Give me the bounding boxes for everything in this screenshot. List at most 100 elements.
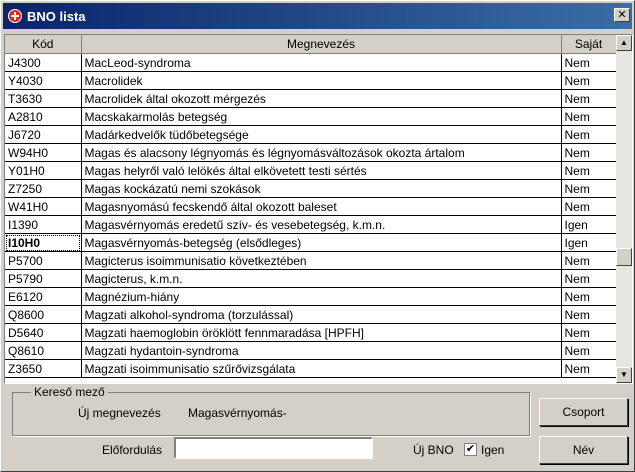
table-row[interactable]: Z7250 Magas kockázatú nemi szokások Nem [5, 179, 617, 198]
checkmark-icon: ✔ [465, 443, 476, 455]
cell-own[interactable]: Nem [561, 251, 617, 270]
table-row[interactable]: I1390 Magasvérnyomás eredetű szív- és ves… [5, 215, 617, 234]
scroll-up-button[interactable]: ▲ [616, 35, 632, 51]
table-row[interactable]: T3630 Macrolidek által okozott mérgezés Ne… [5, 89, 617, 108]
bno-table[interactable]: Kód Megnevezés Saját J4300 MacLeod-syndro… [4, 34, 633, 384]
close-button[interactable]: ✕ [614, 8, 630, 22]
cell-code[interactable]: P5700 [5, 251, 82, 270]
cell-own[interactable]: Nem [561, 107, 617, 126]
table-row[interactable]: Y4030 Macrolidek Nem [5, 71, 617, 90]
cell-name[interactable]: Magzati isoimmunisatio szűrővizsgálata [81, 359, 562, 378]
cell-code[interactable]: J4300 [5, 53, 82, 72]
new-bno-value-label[interactable]: Igen [481, 443, 504, 457]
cell-own[interactable]: Nem [561, 323, 617, 342]
table-row[interactable]: J4300 MacLeod-syndroma Nem [5, 53, 617, 72]
scroll-down-button[interactable]: ▼ [616, 367, 632, 383]
table-row[interactable]: W94H0 Magas és alacsony légnyomás és légn… [5, 143, 617, 162]
table-header-row: Kód Megnevezés Saját [5, 35, 617, 54]
bno-list-window: BNO lista ✕ Kód Megnevezés Saját J4300 Ma… [0, 0, 635, 472]
cell-own[interactable]: Nem [561, 143, 617, 162]
search-group: Kereső mező Új megnevezés Magasvérnyomás… [12, 385, 530, 436]
cell-code[interactable]: I1390 [5, 215, 82, 234]
cell-code[interactable]: T3630 [5, 89, 82, 108]
cell-code[interactable]: Z3650 [5, 359, 82, 378]
cell-code[interactable]: W94H0 [5, 143, 82, 162]
table-row[interactable]: Q8610 Magzati hydantoin-syndroma Nem [5, 341, 617, 360]
new-bno-label: Új BNO [413, 443, 454, 457]
table-row[interactable]: A2810 Macskakarmolás betegség Nem [5, 107, 617, 126]
table-row[interactable]: I10H0 Magasvérnyomás-betegség (elsődleges… [5, 233, 617, 252]
cell-code[interactable]: D5640 [5, 323, 82, 342]
cell-own[interactable]: Nem [561, 179, 617, 198]
group-button[interactable]: Csoport [539, 398, 628, 426]
cell-own[interactable]: Nem [561, 197, 617, 216]
cell-own[interactable]: Nem [561, 71, 617, 90]
cell-code[interactable]: W41H0 [5, 197, 82, 216]
cell-code[interactable]: E6120 [5, 287, 82, 306]
cell-own[interactable]: Nem [561, 161, 617, 180]
table-row[interactable]: P5790 Magicterus, k.m.n. Nem [5, 269, 617, 288]
cell-name[interactable]: Magicterus, k.m.n. [81, 269, 562, 288]
cell-own[interactable]: Nem [561, 305, 617, 324]
close-icon: ✕ [617, 9, 627, 21]
cell-name[interactable]: Magas helyről való lelökés által elkövet… [81, 161, 562, 180]
new-bno-checkbox[interactable]: ✔ [464, 443, 477, 456]
cell-own[interactable]: Igen [561, 233, 617, 252]
table-row[interactable]: P5700 Magicterus isoimmunisatio következt… [5, 251, 617, 270]
window-title: BNO lista [27, 9, 86, 24]
table-row[interactable]: Y01H0 Magas helyről való lelökés által el… [5, 161, 617, 180]
table-row[interactable]: Z3650 Magzati isoimmunisatio szűrővizsgál… [5, 359, 617, 378]
cell-name[interactable]: Magasvérnyomás eredetű szív- és vesebete… [81, 215, 562, 234]
search-group-label: Kereső mező [31, 385, 108, 399]
cell-name[interactable]: Macrolidek [81, 71, 562, 90]
cell-name[interactable]: Magasnyomású fecskendő által okozott bal… [81, 197, 562, 216]
table-row[interactable]: W41H0 Magasnyomású fecskendő által okozot… [5, 197, 617, 216]
new-name-value: Magasvérnyomás- [188, 406, 287, 420]
cell-code[interactable]: I10H0 [5, 233, 82, 252]
cell-name[interactable]: MacLeod-syndroma [81, 53, 562, 72]
cell-code[interactable]: Q8600 [5, 305, 82, 324]
cell-own[interactable]: Nem [561, 287, 617, 306]
header-code[interactable]: Kód [5, 35, 82, 54]
cell-code[interactable]: Q8610 [5, 341, 82, 360]
name-button[interactable]: Név [539, 436, 628, 464]
cell-name[interactable]: Magas kockázatú nemi szokások [81, 179, 562, 198]
scroll-thumb[interactable] [616, 248, 632, 266]
bno-grid-table: Kód Megnevezés Saját J4300 MacLeod-syndro… [5, 35, 617, 378]
cell-name[interactable]: Magzati hydantoin-syndroma [81, 341, 562, 360]
cell-code[interactable]: J6720 [5, 125, 82, 144]
new-name-label: Új megnevezés [78, 406, 161, 420]
cell-own[interactable]: Nem [561, 89, 617, 108]
cell-name[interactable]: Macskakarmolás betegség [81, 107, 562, 126]
cell-name[interactable]: Magasvérnyomás-betegség (elsődleges) [81, 233, 562, 252]
cell-code[interactable]: A2810 [5, 107, 82, 126]
cell-name[interactable]: Magicterus isoimmunisatio következtében [81, 251, 562, 270]
cell-name[interactable]: Magzati haemoglobin öröklött fennmaradás… [81, 323, 562, 342]
cell-own[interactable]: Nem [561, 53, 617, 72]
cell-own[interactable]: Nem [561, 125, 617, 144]
vertical-scrollbar[interactable]: ▲ ▼ [616, 35, 632, 383]
table-row[interactable]: J6720 Madárkedvelők tüdőbetegsége Nem [5, 125, 617, 144]
arrow-up-icon: ▲ [620, 38, 628, 47]
cell-name[interactable]: Madárkedvelők tüdőbetegsége [81, 125, 562, 144]
cell-code[interactable]: P5790 [5, 269, 82, 288]
cell-name[interactable]: Magas és alacsony légnyomás és légnyomás… [81, 143, 562, 162]
table-row[interactable]: Q8600 Magzati alkohol-syndroma (torzuláss… [5, 305, 617, 324]
occurrence-input[interactable] [174, 437, 373, 459]
title-bar[interactable]: BNO lista ✕ [3, 3, 632, 29]
header-own[interactable]: Saját [561, 35, 617, 54]
cell-own[interactable]: Nem [561, 359, 617, 378]
table-row[interactable]: E6120 Magnézium-hiány Nem [5, 287, 617, 306]
red-cross-icon [8, 9, 22, 23]
cell-own[interactable]: Igen [561, 215, 617, 234]
cell-name[interactable]: Macrolidek által okozott mérgezés [81, 89, 562, 108]
cell-name[interactable]: Magnézium-hiány [81, 287, 562, 306]
cell-code[interactable]: Z7250 [5, 179, 82, 198]
cell-own[interactable]: Nem [561, 269, 617, 288]
table-row[interactable]: D5640 Magzati haemoglobin öröklött fennma… [5, 323, 617, 342]
cell-name[interactable]: Magzati alkohol-syndroma (torzulással) [81, 305, 562, 324]
cell-code[interactable]: Y4030 [5, 71, 82, 90]
cell-own[interactable]: Nem [561, 341, 617, 360]
header-name[interactable]: Megnevezés [81, 35, 562, 54]
cell-code[interactable]: Y01H0 [5, 161, 82, 180]
